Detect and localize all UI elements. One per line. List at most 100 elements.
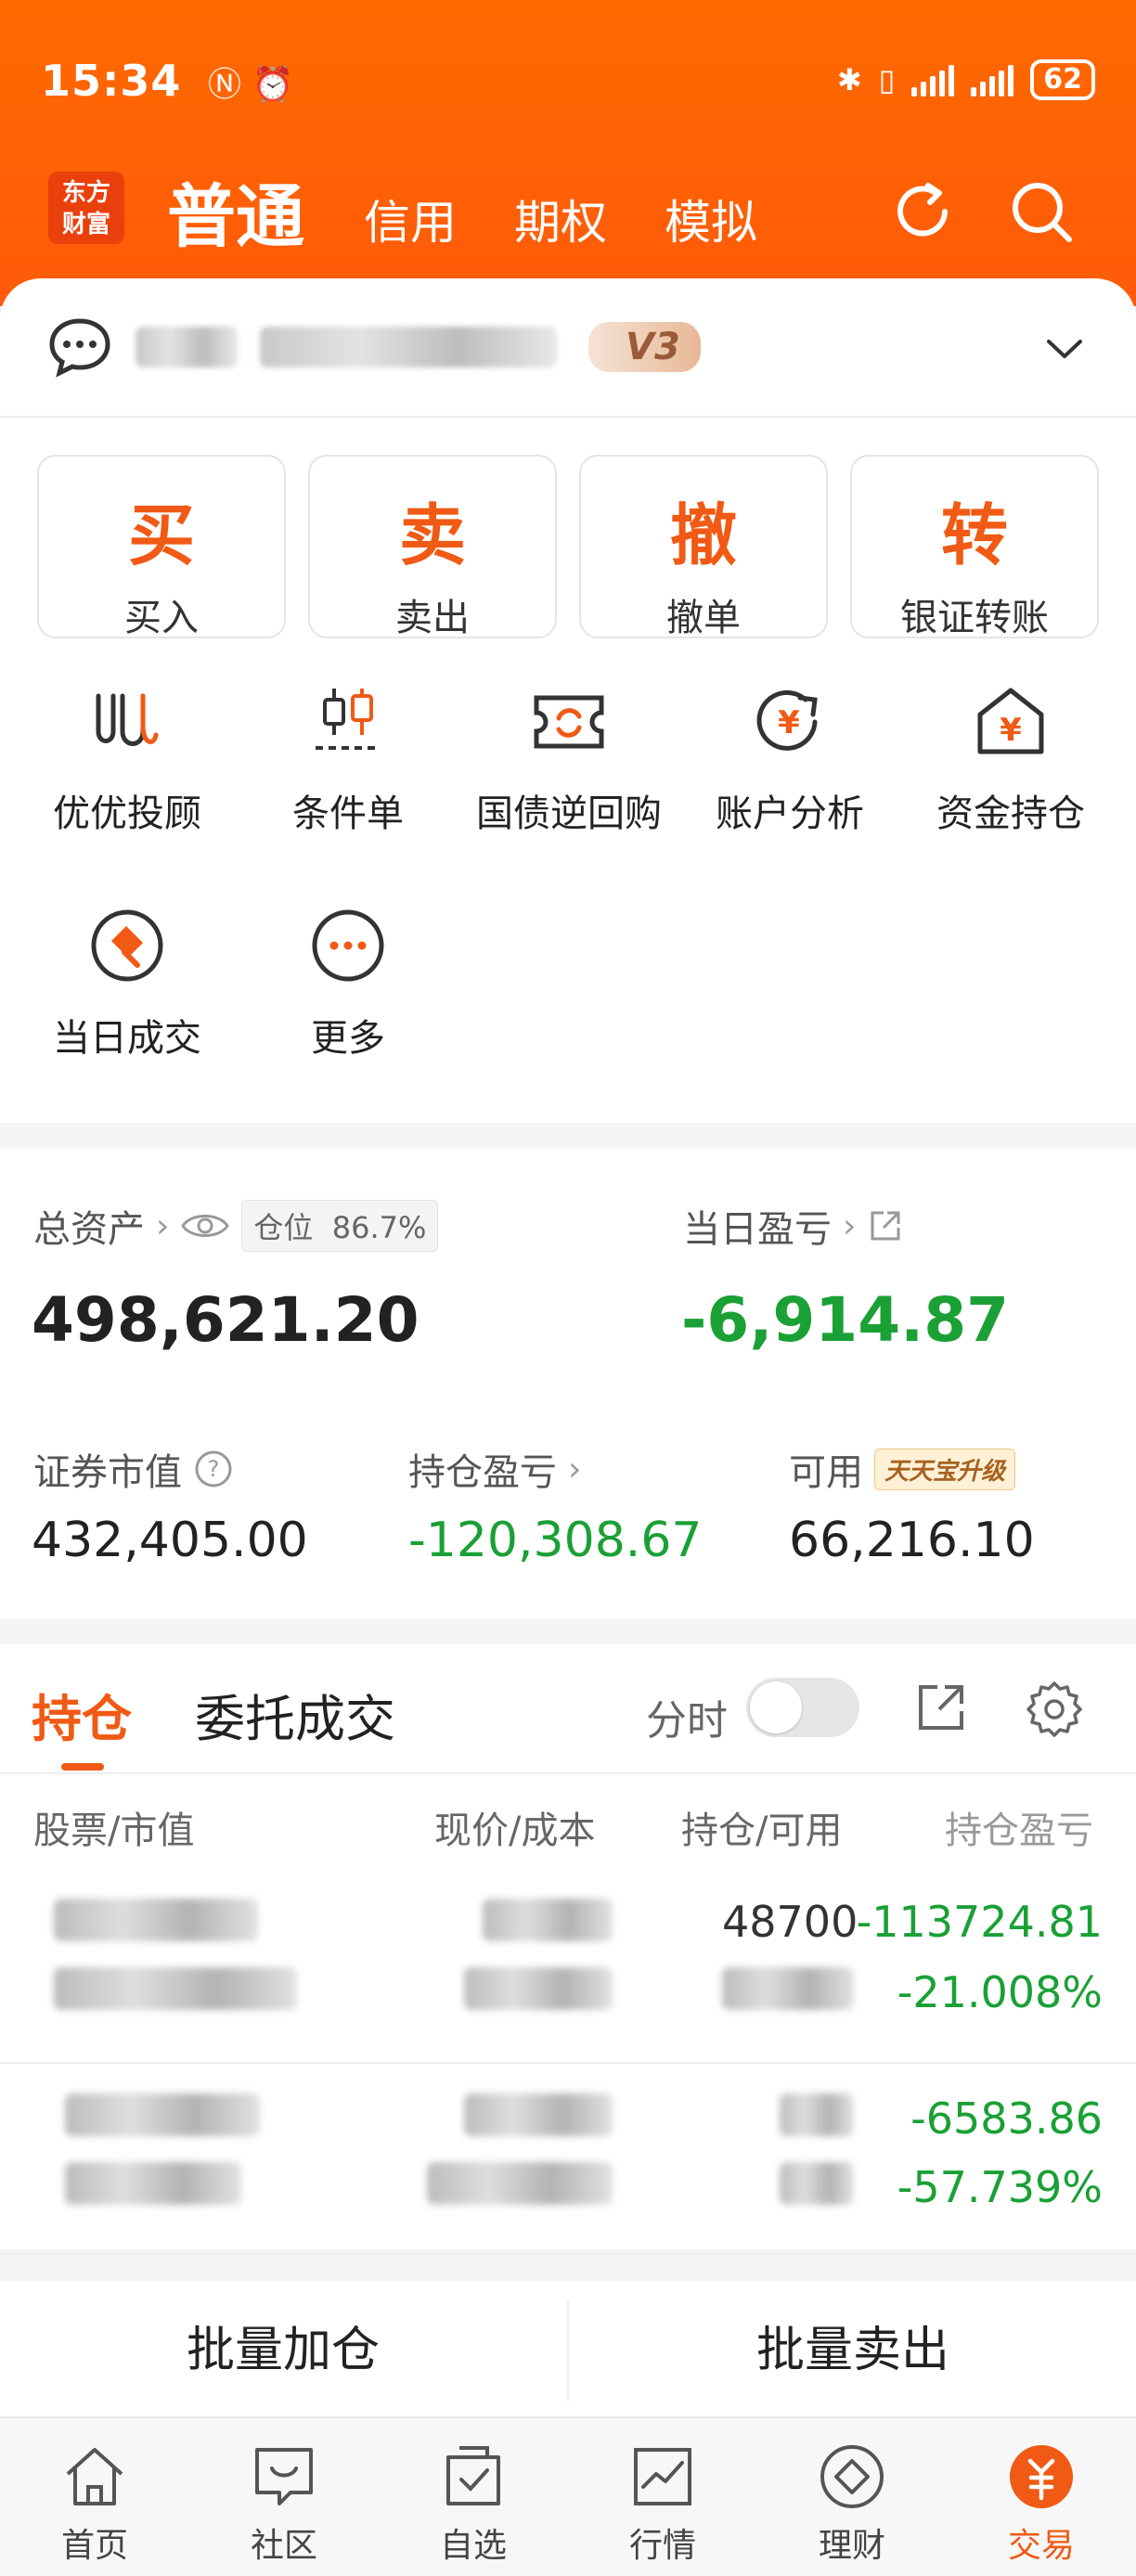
transfer-label: 银证转账 — [900, 597, 1049, 639]
tiantianbao-upgrade-badge[interactable]: 天天宝升级 — [874, 1448, 1016, 1490]
daily-pnl-label: 当日盈亏 — [683, 1208, 832, 1251]
available-label-group: 可用 天天宝升级 — [789, 1442, 1016, 1496]
sell-label: 卖出 — [395, 597, 470, 639]
holding-pnl-label: 持仓盈亏 — [408, 1451, 557, 1494]
tool-youyou-advisor[interactable]: 优优投顾 — [20, 679, 234, 837]
timeshare-toggle[interactable] — [746, 1678, 859, 1737]
search-icon[interactable] — [1006, 176, 1077, 247]
cancel-order-button[interactable]: 撤 撤单 — [579, 455, 828, 639]
nav-home[interactable]: 首页 — [0, 2441, 189, 2567]
gear-icon[interactable] — [1025, 1680, 1084, 1739]
market-icon — [634, 2448, 691, 2505]
help-icon[interactable]: ? — [193, 1449, 234, 1489]
tool-reverse-repo[interactable]: 国债逆回购 — [462, 679, 676, 837]
position-value: 86.7% — [331, 1210, 427, 1245]
table-row[interactable]: 48700 -113724.81 -21.008% — [0, 1874, 1136, 2064]
timeshare-label: 分时 — [646, 1697, 728, 1745]
blurred-available-qty — [722, 1967, 854, 2010]
more-icon — [312, 909, 384, 982]
battery-indicator: 62 — [1030, 59, 1095, 100]
nav-community[interactable]: 社区 — [189, 2441, 379, 2567]
bank-transfer-button[interactable]: 转 银证转账 — [850, 455, 1099, 639]
col-stock-value: 股票/市值 — [33, 1810, 195, 1852]
share-export-icon[interactable] — [913, 1680, 969, 1735]
status-time: 15:34 — [41, 56, 182, 106]
batch-actions: 批量加仓 批量卖出 — [0, 2281, 1136, 2420]
tab-options[interactable]: 期权 — [514, 186, 607, 252]
col-holding-pnl: 持仓盈亏 — [945, 1810, 1093, 1852]
account-selector[interactable]: V3 — [0, 278, 1136, 418]
reverse-repo-icon — [534, 695, 604, 749]
total-assets-link[interactable]: 总资产 › 仓位 86.7% — [33, 1199, 439, 1253]
tool-account-analysis[interactable]: ¥ 账户分析 — [683, 679, 897, 837]
today-deals-icon — [91, 909, 163, 982]
blurred-cost — [464, 1967, 613, 2010]
tool-label: 条件单 — [292, 792, 404, 835]
buy-button[interactable]: 买 买入 — [37, 455, 286, 639]
chevron-down-icon[interactable] — [1043, 327, 1086, 369]
nfc-alarm-icons: Ⓝ ⏰ — [208, 66, 294, 104]
blurred-stock-name — [65, 2093, 260, 2136]
nav-market[interactable]: 行情 — [568, 2441, 757, 2567]
blurred-stock-name — [54, 1899, 258, 1941]
logo-line1: 东方 — [61, 179, 110, 207]
account-type-nav: 东方 财富 普通 信用 期权 模拟 — [0, 158, 1136, 269]
signal-icon — [911, 63, 955, 97]
market-value-label: 证券市值 — [33, 1451, 182, 1494]
youyou-advisor-icon — [96, 693, 159, 746]
status-right-icons: ✱ ▯ 62 — [837, 59, 1095, 100]
table-row[interactable]: -6583.86 -57.739% — [0, 2066, 1136, 2255]
sell-button[interactable]: 卖 卖出 — [308, 455, 557, 639]
status-bar: 15:34 Ⓝ ⏰ ✱ ▯ 62 — [41, 56, 1095, 111]
tab-normal[interactable]: 普通 — [167, 161, 304, 261]
tool-conditional-order[interactable]: 条件单 — [241, 679, 455, 837]
svg-text:¥: ¥ — [1000, 712, 1022, 749]
nav-label: 社区 — [250, 2527, 317, 2565]
tab-holdings[interactable]: 持仓 — [32, 1678, 132, 1751]
funds-holdings-icon: ¥ — [977, 688, 1044, 754]
svg-text:¥: ¥ — [778, 704, 800, 741]
daily-pnl-link[interactable]: 当日盈亏 › — [683, 1199, 904, 1253]
chat-icon[interactable] — [46, 314, 113, 380]
tool-label: 当日成交 — [53, 1017, 201, 1060]
external-link-icon[interactable] — [867, 1207, 904, 1244]
tool-more[interactable]: 更多 — [241, 904, 455, 1062]
sell-char: 卖 — [398, 496, 466, 574]
batch-sell-button[interactable]: 批量卖出 — [570, 2281, 1136, 2420]
tool-today-deals[interactable]: 当日成交 — [20, 904, 234, 1062]
tool-label: 资金持仓 — [936, 792, 1085, 835]
nav-wealth[interactable]: 理财 — [757, 2441, 947, 2567]
holding-pnl-percent: -57.739% — [897, 2162, 1103, 2212]
blurred-account-name — [136, 327, 238, 367]
col-price-cost: 现价/成本 — [434, 1810, 596, 1852]
refresh-icon[interactable] — [887, 176, 958, 247]
eye-icon[interactable] — [180, 1209, 230, 1243]
nav-trade[interactable]: 交易 — [947, 2441, 1136, 2567]
blurred-available-qty — [780, 2162, 854, 2205]
buy-label: 买入 — [124, 597, 199, 639]
home-icon — [66, 2448, 123, 2505]
tool-funds-holdings[interactable]: ¥ 资金持仓 — [904, 679, 1117, 837]
bottom-navigation: 首页 社区 自选 行情 理财 交易 — [0, 2416, 1136, 2576]
tab-orders-deals[interactable]: 委托成交 — [195, 1678, 395, 1751]
cancel-label: 撤单 — [666, 597, 741, 639]
trade-icon — [1010, 2445, 1073, 2508]
market-value-label-group: 证券市值 ? — [33, 1442, 234, 1496]
blurred-market-value — [65, 2162, 241, 2205]
signal-icon-2 — [971, 63, 1014, 97]
wealth-icon — [820, 2445, 884, 2508]
holdings-tabs: 持仓 委托成交 分时 — [0, 1644, 1136, 1774]
nav-watchlist[interactable]: 自选 — [379, 2441, 568, 2567]
blurred-holding-qty — [780, 2093, 854, 2136]
account-analysis-icon: ¥ — [756, 689, 818, 751]
blurred-cost — [427, 2162, 613, 2205]
chevron-right-icon: › — [568, 1449, 582, 1488]
batch-add-button[interactable]: 批量加仓 — [0, 2281, 566, 2420]
tab-simulation[interactable]: 模拟 — [665, 186, 757, 252]
chevron-right-icon: › — [156, 1206, 170, 1245]
tab-credit[interactable]: 信用 — [364, 186, 457, 252]
community-icon — [255, 2448, 313, 2505]
buy-char: 买 — [127, 496, 195, 574]
tool-label: 更多 — [311, 1017, 385, 1060]
holding-pnl-link[interactable]: 持仓盈亏 › — [408, 1442, 581, 1496]
